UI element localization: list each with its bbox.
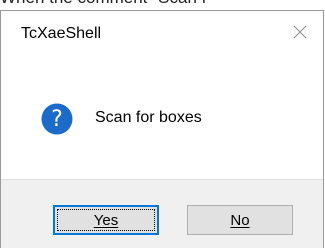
close-button[interactable] [285, 17, 315, 47]
close-icon [293, 25, 307, 39]
yes-button-label: Yes [93, 211, 119, 229]
question-icon: ? [41, 103, 73, 135]
message-dialog: TcXaeShell ? Scan for boxes Yes No [0, 10, 324, 248]
screen: When the comment "Scan f TcXaeShell ? Sc… [0, 0, 325, 249]
no-button-label: No [230, 211, 250, 229]
dialog-content: ? Scan for boxes [1, 57, 323, 179]
dialog-button-bar: Yes No [1, 179, 323, 248]
dialog-title: TcXaeShell [21, 25, 102, 42]
svg-text:?: ? [51, 107, 63, 132]
background-document-text: When the comment "Scan f [0, 0, 325, 8]
yes-button[interactable]: Yes [53, 205, 159, 235]
dialog-message: Scan for boxes [95, 109, 202, 126]
dialog-titlebar[interactable]: TcXaeShell [1, 11, 323, 57]
no-button[interactable]: No [187, 205, 293, 235]
